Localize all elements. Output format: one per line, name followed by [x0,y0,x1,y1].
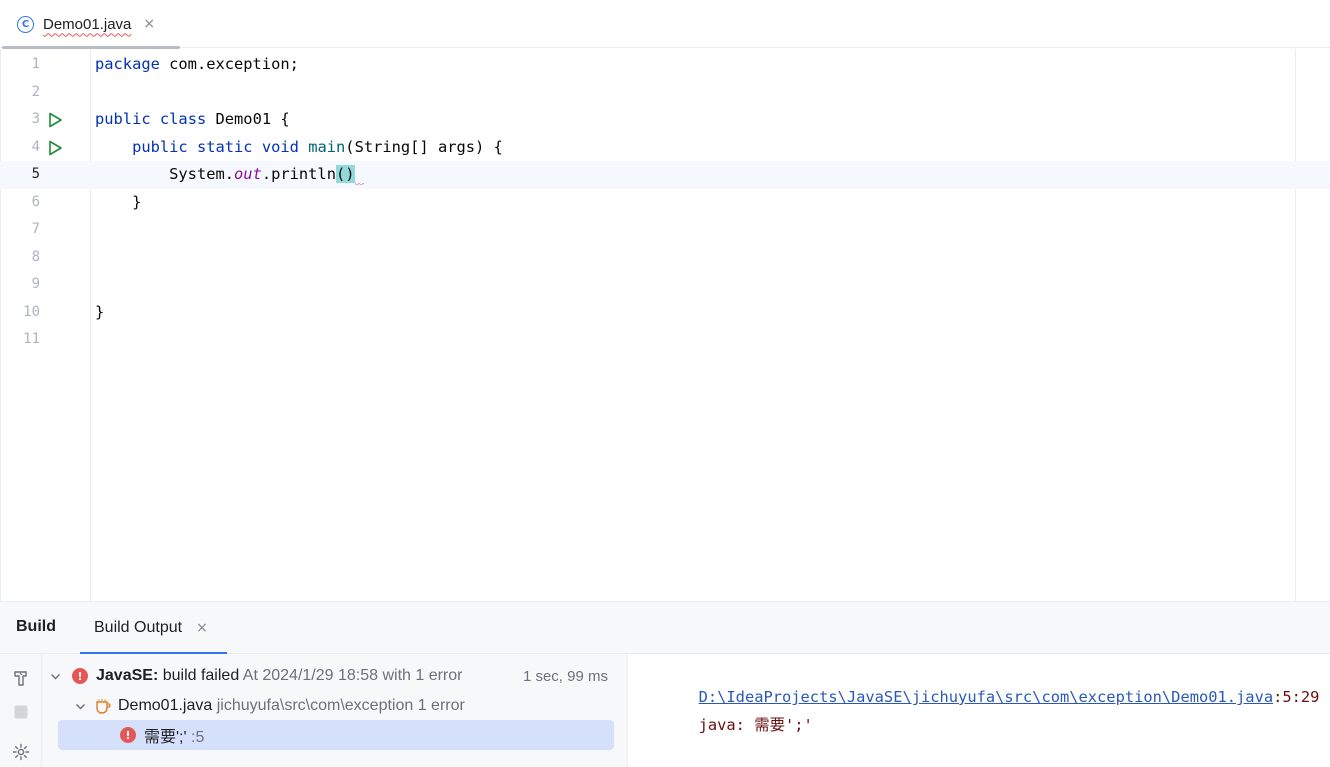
code-line[interactable]: 2 [0,79,1330,107]
code-line[interactable]: 11 [0,326,1330,354]
tree-root-row[interactable]: ! JavaSE: build failed At 2024/1/29 18:5… [42,661,628,691]
line-number: 6 [31,193,40,210]
rebuild-button[interactable] [11,668,31,688]
chevron-down-icon[interactable] [49,670,61,682]
tab-label: Build Output [94,619,183,636]
settings-button[interactable] [11,742,31,762]
error-squiggle [354,161,364,189]
stop-button[interactable] [11,702,31,722]
code-line[interactable]: 3 public class Demo01 { [0,106,1330,134]
chevron-down-icon[interactable] [74,700,86,712]
java-file-icon [95,698,112,715]
line-number: 3 [31,111,40,127]
build-tool-window-header: Build Build Output × [0,602,1330,655]
editor-tab-demo01[interactable]: C Demo01.java × [0,0,180,49]
close-icon[interactable]: × [196,620,208,636]
close-icon[interactable]: × [143,16,155,32]
code-line[interactable]: 9 [0,271,1330,299]
code-text: } [95,302,105,321]
code-line[interactable]: 8 [0,244,1330,272]
error-entry-text: 需要';' :5 [144,729,205,746]
editor-tab-bar: C Demo01.java × [0,0,1330,49]
code-text: package com.exception; [95,55,299,73]
tree-file-row[interactable]: Demo01.java jichuyufa\src\com\exception … [42,691,628,721]
code-text: public class Demo01 { [95,110,290,128]
line-number: 5 [31,166,40,182]
stop-icon [14,705,28,719]
run-class-icon[interactable] [47,112,63,128]
code-line[interactable]: 7 [0,216,1330,244]
console-error-message: java: 需要';' [698,716,813,734]
matched-paren-highlight: () [335,165,355,183]
code-editor[interactable]: 1 package com.exception; 2 3 public clas… [0,49,1330,601]
build-tool-window: Build Build Output × ! JavaSE: build fai… [0,601,1330,767]
tree-error-row[interactable]: ! 需要';' :5 [58,720,614,750]
current-code-line[interactable]: 5 System.out.println() [0,161,1330,189]
line-number: 10 [23,303,40,320]
build-side-toolbar [0,654,42,767]
build-duration: 1 sec, 99 ms [522,667,608,685]
line-number: 4 [31,138,40,155]
file-entry-text: Demo01.java jichuyufa\src\com\exception … [118,697,465,714]
code-line[interactable]: 4 public static void main(String[] args)… [0,134,1330,162]
build-status-text: JavaSE: build failed At 2024/1/29 18:58 … [96,667,463,684]
error-icon: ! [120,727,136,743]
line-number: 8 [31,248,40,265]
line-number: 7 [31,221,40,237]
line-number: 11 [23,331,40,347]
build-tree: ! JavaSE: build failed At 2024/1/29 18:5… [42,654,628,767]
editor-tab-title: Demo01.java [43,15,132,33]
code-line[interactable]: 6 } [0,189,1330,217]
code-line[interactable]: 1 package com.exception; [0,51,1330,79]
code-text: System.out.println() [95,161,364,189]
line-number: 2 [31,83,40,100]
console-line: java: 需要';' [643,683,813,767]
line-number: 1 [31,56,40,72]
tab-build-output[interactable]: Build Output × [80,602,227,655]
code-text: public static void main(String[] args) { [132,137,503,156]
line-number: 9 [31,276,40,292]
hammer-icon [14,671,27,686]
run-main-icon[interactable] [47,140,63,156]
code-text: } [95,192,142,211]
error-icon: ! [72,668,88,684]
gear-icon [12,743,30,761]
build-console[interactable]: D:\IdeaProjects\JavaSE\jichuyufa\src\com… [629,654,1330,767]
java-class-icon: C [17,15,34,33]
tool-window-title: Build [16,618,56,635]
code-line[interactable]: 10 } [0,299,1330,327]
file-location-position: :5:29 [1273,688,1320,706]
